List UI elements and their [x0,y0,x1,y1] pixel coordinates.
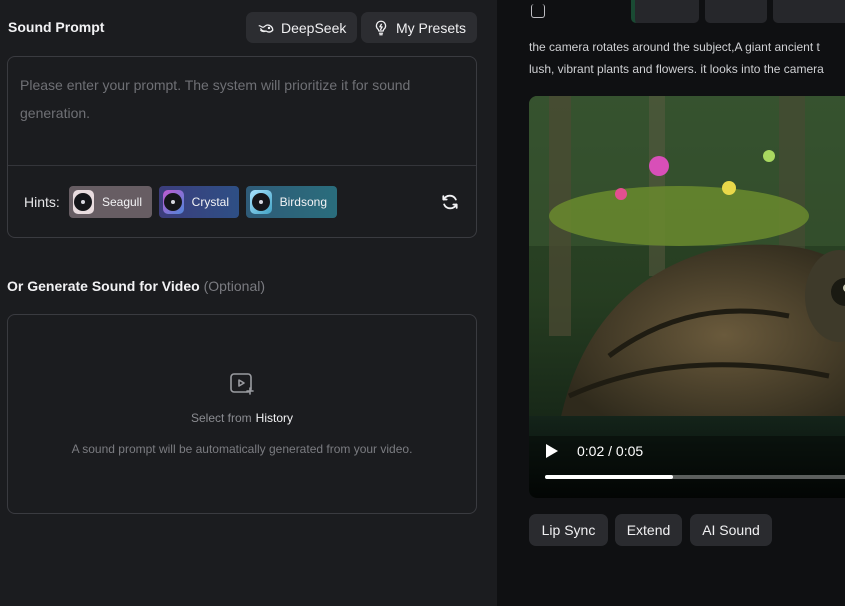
video-upload-box[interactable]: Select from History A sound prompt will b… [7,314,477,514]
video-section-title: Or Generate Sound for Video (Optional) [7,278,266,294]
video-progress-bar[interactable] [545,475,845,479]
video-add-icon[interactable] [229,371,255,397]
extend-button[interactable]: Extend [615,514,682,546]
play-icon[interactable] [545,443,559,459]
checkbox-icon[interactable] [531,4,545,18]
hint-chip-seagull[interactable]: Seagull [69,186,152,218]
auto-generate-note: A sound prompt will be automatically gen… [71,442,413,456]
history-link[interactable]: History [256,411,293,425]
prompt-box: Hints: Seagull Crystal Birdsong [7,56,477,238]
hint-chip-birdsong[interactable]: Birdsong [246,186,337,218]
divider [8,165,476,166]
hints-label: Hints: [24,194,60,210]
hint-label: Crystal [191,195,229,209]
my-presets-button[interactable]: My Presets [361,12,478,43]
deepseek-button[interactable]: DeepSeek [246,12,358,43]
video-progress-fill [545,475,673,479]
hint-chip-crystal[interactable]: Crystal [159,186,239,218]
my-presets-label: My Presets [396,19,467,36]
bulb-icon [375,20,387,35]
music-disc-icon [73,190,94,214]
lip-sync-button[interactable]: Lip Sync [529,514,608,546]
hint-label: Seagull [101,195,142,209]
panel-title: Sound Prompt [8,19,105,35]
video-time: 0:02 / 0:05 [577,443,644,459]
hint-label: Birdsong [279,195,327,209]
select-from-line: Select from History [190,411,294,425]
top-toolbar-partial [497,0,845,26]
ai-sound-button[interactable]: AI Sound [690,514,772,546]
toolbar-button[interactable] [705,0,767,23]
prompt-description: the camera rotates around the subject,A … [529,40,824,76]
toolbar-button[interactable] [631,0,699,23]
optional-tag: (Optional) [203,278,266,294]
refresh-icon[interactable] [440,192,460,212]
music-disc-icon [250,190,272,214]
deepseek-label: DeepSeek [281,19,347,36]
prompt-input[interactable] [20,71,460,161]
video-frame-turtle [529,96,845,498]
video-result-panel: the camera rotates around the subject,A … [497,0,845,606]
sound-prompt-panel: Sound Prompt DeepSeek My Presets Hints: … [0,0,497,606]
whale-icon [258,23,274,33]
toolbar-button[interactable] [773,0,845,23]
video-player[interactable]: 0:02 / 0:05 [529,96,845,498]
music-disc-icon [163,190,184,214]
